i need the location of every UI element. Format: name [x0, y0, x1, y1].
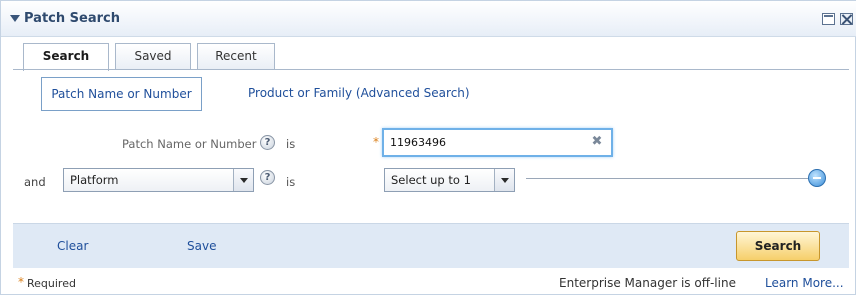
patch-search-panel: Patch Search Search Saved Recent Patch N…: [0, 0, 856, 295]
chevron-down-icon[interactable]: [233, 169, 253, 191]
search-button[interactable]: Search: [736, 231, 820, 261]
panel-title: Patch Search: [24, 11, 120, 26]
required-star: *: [18, 275, 24, 289]
clear-button[interactable]: Clear: [57, 239, 88, 253]
row-divider-line: [526, 178, 808, 179]
patch-name-label: Patch Name or Number: [122, 137, 257, 151]
tab-saved[interactable]: Saved: [115, 43, 191, 70]
restore-window-icon[interactable]: [822, 13, 835, 25]
conjunction-and-label: and: [24, 175, 46, 189]
help-icon[interactable]: ?: [260, 170, 275, 185]
field-select-value: Platform: [70, 173, 119, 187]
operator-is-label: is: [286, 137, 296, 151]
action-bar: Clear Save Search: [13, 223, 849, 268]
platform-value-select[interactable]: Select up to 1: [384, 168, 515, 192]
tab-search[interactable]: Search: [23, 43, 109, 71]
operator-is-label: is: [286, 175, 296, 189]
platform-select-value: Select up to 1: [391, 173, 471, 187]
field-select[interactable]: Platform: [63, 168, 254, 192]
learn-more-link[interactable]: Learn More...: [765, 276, 844, 290]
panel-header: Patch Search: [1, 1, 856, 37]
mode-advanced-search-link[interactable]: Product or Family (Advanced Search): [248, 86, 470, 100]
status-message: Enterprise Manager is off-line: [559, 276, 736, 290]
footer-bar: * Required Enterprise Manager is off-lin…: [13, 268, 856, 296]
required-legend: Required: [27, 277, 76, 290]
patch-number-input[interactable]: 11963496 ✖: [382, 128, 613, 157]
required-star: *: [373, 135, 379, 149]
mode-patch-name-link[interactable]: Patch Name or Number: [41, 77, 202, 111]
close-window-icon[interactable]: [840, 13, 853, 25]
clear-input-icon[interactable]: ✖: [590, 135, 604, 149]
collapse-triangle-icon[interactable]: [10, 15, 20, 22]
save-button[interactable]: Save: [187, 239, 216, 253]
help-icon[interactable]: ?: [260, 135, 275, 150]
remove-row-icon[interactable]: [808, 169, 826, 187]
tab-recent[interactable]: Recent: [197, 43, 275, 70]
chevron-down-icon[interactable]: [494, 169, 514, 191]
tab-underline: [13, 69, 849, 70]
patch-number-value: 11963496: [390, 136, 446, 149]
